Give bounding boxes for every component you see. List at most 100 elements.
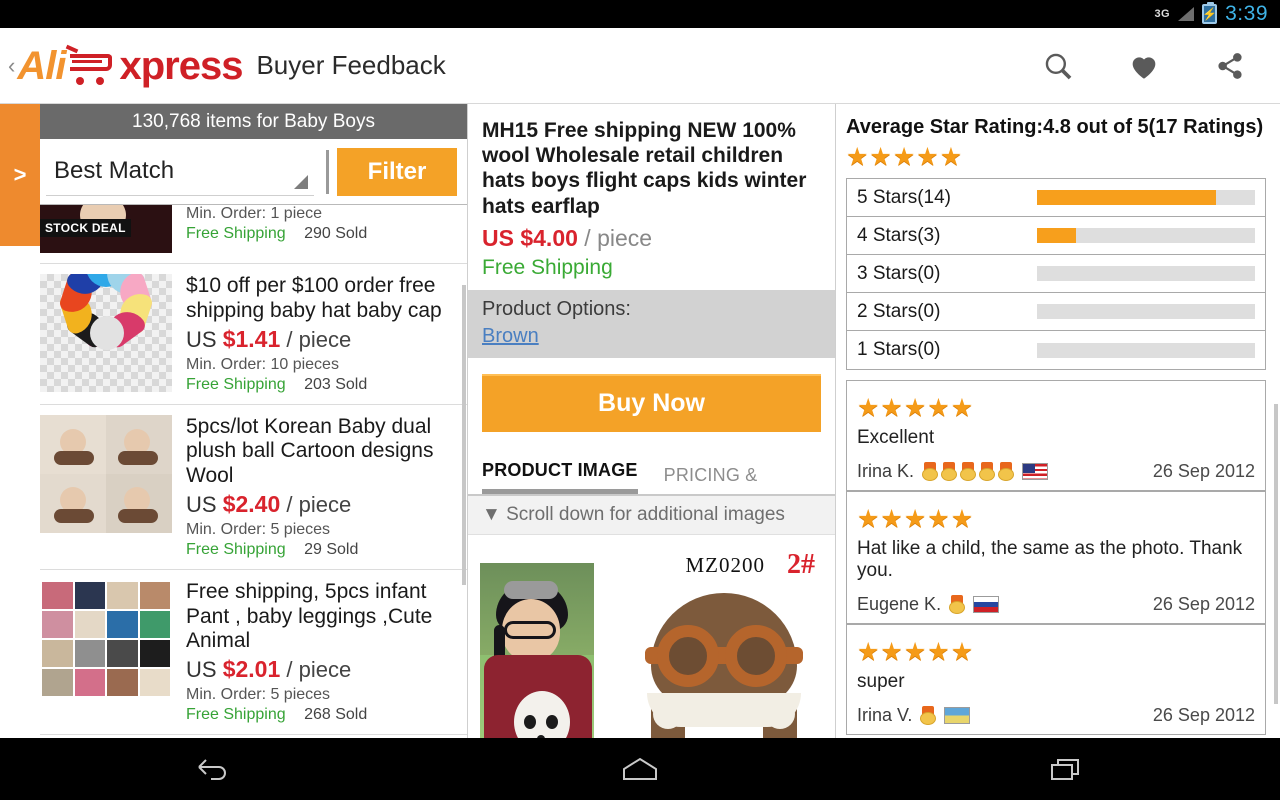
signal-strength-icon <box>1178 7 1195 21</box>
product-price: US $2.40 / piece <box>186 491 455 518</box>
price-currency: US <box>186 326 217 352</box>
chevron-down-icon <box>294 174 308 189</box>
results-count-header: 130,768 items for Baby Boys <box>40 104 467 139</box>
tab-product-image[interactable]: PRODUCT IMAGE <box>482 460 638 494</box>
back-chevron-icon[interactable]: ‹ <box>0 53 17 79</box>
detail-tabs: PRODUCT IMAGE PRICING & <box>468 454 835 496</box>
product-detail-panel: MH15 Free shipping NEW 100% wool Wholesa… <box>468 104 836 738</box>
price-unit: / piece <box>286 326 352 352</box>
reviewer-medals <box>949 595 966 614</box>
price-unit: / piece <box>584 224 653 251</box>
rating-row-label: 1 Stars(0) <box>857 339 941 360</box>
product-info: Min. Order: 1 piece Free Shipping 290 So… <box>186 205 455 253</box>
aliexpress-logo[interactable]: Ali xpress <box>17 43 243 88</box>
review-footer: Eugene K. 26 Sep 2012 <box>857 594 1255 615</box>
product-image-viewer[interactable]: MZ0200 2# <box>468 534 835 738</box>
rating-row-label: 3 Stars(0) <box>857 262 941 284</box>
search-icon[interactable] <box>1038 46 1078 86</box>
sold-count-label: 290 Sold <box>304 225 368 242</box>
home-nav-icon[interactable] <box>580 755 700 783</box>
sort-dropdown-value: Best Match <box>54 157 175 184</box>
reviewer-name: Irina K. <box>857 461 915 481</box>
product-info: Free shipping, 5pcs infant Pant , baby l… <box>186 580 455 724</box>
list-item[interactable]: $10 off per $100 order free shipping bab… <box>40 264 467 405</box>
product-option-color-link[interactable]: Brown <box>482 325 539 348</box>
network-type-label: 3G <box>1154 8 1171 20</box>
rating-row: 3 Stars(0) <box>847 255 1265 293</box>
product-thumbnail: STOCK DEAL <box>40 205 172 253</box>
share-icon[interactable] <box>1210 46 1250 86</box>
review-text: Excellent <box>857 427 935 448</box>
min-order-label: Min. Order: 5 pieces <box>186 686 331 704</box>
review-item: ★ ★ ★ ★ ★ Hat like a child, the same as the … <box>847 492 1265 625</box>
tab-pricing[interactable]: PRICING & <box>664 465 758 494</box>
review-footer: Irina K. 26 Sep 2012 <box>857 461 1255 482</box>
action-bar-icons <box>1038 46 1280 86</box>
review-item: ★ ★ ★ ★ ★ super Irina V. 26 Sep 2012 <box>847 625 1265 734</box>
shipping-row: Free Shipping 29 Sold <box>186 541 455 559</box>
price-value: $1.41 <box>222 325 281 352</box>
product-price: US $2.01 / piece <box>186 656 455 683</box>
product-image-art: MZ0200 2# <box>480 549 823 738</box>
sidebar-slide-tab[interactable]: > <box>0 104 40 246</box>
product-thumbnail <box>40 274 172 392</box>
review-date: 26 Sep 2012 <box>1152 461 1255 481</box>
reviewer-medals <box>920 706 937 725</box>
content-panes: > 130,768 items for Baby Boys Best Match… <box>0 104 1280 738</box>
back-nav-icon[interactable] <box>153 754 273 784</box>
country-flag-icon <box>973 596 1000 613</box>
rating-row: 1 Stars(0) <box>847 331 1265 369</box>
list-scrollbar[interactable] <box>462 285 466 585</box>
rating-row: 4 Stars(3) <box>847 217 1265 255</box>
country-flag-icon <box>1022 463 1049 480</box>
sort-dropdown[interactable]: Best Match <box>46 148 314 196</box>
reviewer-name: Irina V. <box>857 705 913 725</box>
sold-count-label: 203 Sold <box>304 375 368 393</box>
sold-count-label: 268 Sold <box>304 706 368 724</box>
recents-nav-icon[interactable] <box>1007 755 1127 783</box>
product-list[interactable]: STOCK DEAL Min. Order: 1 piece Free Ship… <box>40 205 467 738</box>
buyer-feedback-panel: Average Star Rating:4.8 out of 5(17 Rati… <box>836 104 1280 738</box>
review-list[interactable]: ★ ★ ★ ★ ★ Excellent Irina K. 26 Sep 2012… <box>846 380 1266 735</box>
reviewer-medals <box>922 462 1015 481</box>
rating-row-bar <box>1037 342 1255 358</box>
min-order-label: Min. Order: 1 piece <box>186 205 323 222</box>
rating-row: 5 Stars(14) <box>847 179 1265 217</box>
product-options-section: Product Options: Brown <box>468 289 835 358</box>
shipping-row: Free Shipping 290 Sold <box>186 225 455 243</box>
price-value: $2.01 <box>222 656 281 683</box>
list-item[interactable]: SPECIAL OFFER new style wholesale fashio… <box>40 735 467 738</box>
filter-button[interactable]: Filter <box>337 147 457 196</box>
buy-now-button[interactable]: Buy Now <box>482 373 821 432</box>
free-shipping-label: Free Shipping <box>186 375 286 393</box>
free-shipping-label: Free Shipping <box>186 706 286 724</box>
price-currency: US <box>186 657 217 683</box>
price-unit: / piece <box>286 491 352 517</box>
hat-colors-art <box>40 274 172 392</box>
price-unit: / piece <box>286 657 352 683</box>
review-date: 26 Sep 2012 <box>1152 705 1255 725</box>
rating-row-bar <box>1037 228 1255 243</box>
child-photo <box>480 562 594 738</box>
product-detail-title: MH15 Free shipping NEW 100% wool Wholesa… <box>482 119 807 218</box>
scroll-hint-label: ▼ Scroll down for additional images <box>468 495 835 535</box>
battery-charging-icon: ⚡ <box>1202 2 1218 24</box>
logo-text-ali: Ali <box>17 43 66 88</box>
review-scrollbar[interactable] <box>1274 404 1278 704</box>
sold-count-label: 29 Sold <box>304 540 359 558</box>
rating-row-bar <box>1037 304 1255 319</box>
list-item[interactable]: STOCK DEAL Min. Order: 1 piece Free Ship… <box>40 205 467 264</box>
review-date: 26 Sep 2012 <box>1152 594 1255 614</box>
heart-icon[interactable] <box>1124 46 1164 86</box>
divider <box>326 149 329 194</box>
list-item[interactable]: 5pcs/lot Korean Baby dual plush ball Car… <box>40 405 467 570</box>
product-title: Free shipping, 5pcs infant Pant , baby l… <box>186 579 433 653</box>
review-stars: ★ ★ ★ ★ ★ <box>857 505 974 533</box>
free-shipping-label: Free Shipping <box>186 540 286 558</box>
review-stars: ★ ★ ★ ★ ★ <box>857 638 974 666</box>
rating-row: 2 Stars(0) <box>847 293 1265 331</box>
logo-text-xpress: xpress <box>119 43 243 88</box>
reviewer-name: Eugene K. <box>857 594 942 614</box>
list-item[interactable]: Free shipping, 5pcs infant Pant , baby l… <box>40 570 467 736</box>
rating-row-label: 5 Stars(14) <box>857 186 951 208</box>
